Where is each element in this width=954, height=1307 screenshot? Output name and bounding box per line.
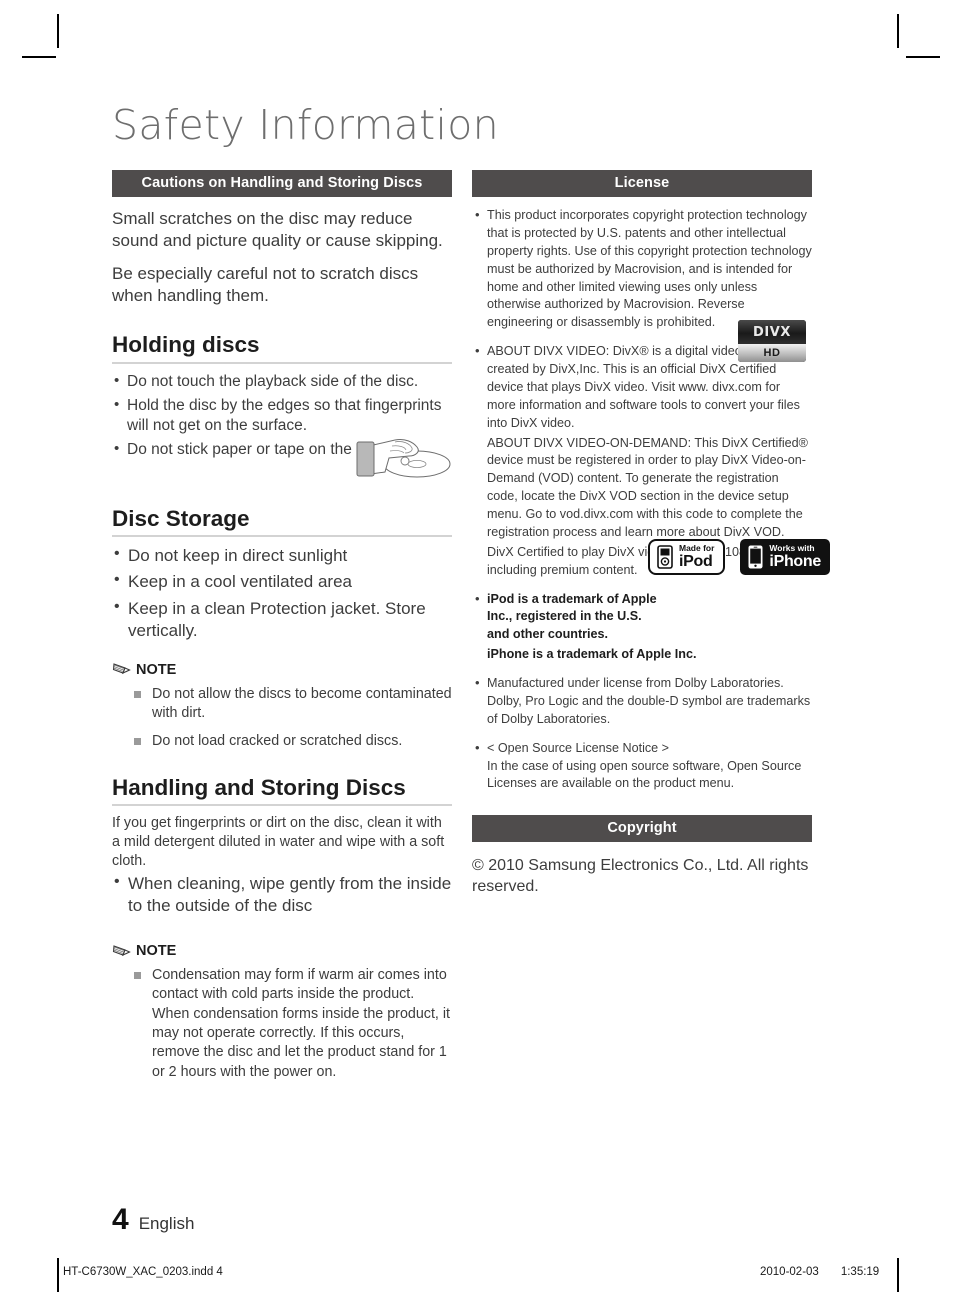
list-item: Do not touch the playback side of the di… — [112, 371, 452, 393]
note-two-list: Condensation may form if warm air comes … — [112, 966, 452, 1082]
note-label: NOTE — [136, 943, 177, 960]
made-for-ipod-badge: Made for iPod — [648, 539, 726, 575]
license-list: This product incorporates copyright prot… — [472, 206, 812, 794]
page-title: Safety Information — [112, 101, 499, 149]
pencil-icon — [112, 944, 131, 956]
manual-page: Safety Information Cautions on Handling … — [0, 0, 954, 1307]
iphone-badge-text: Works with iPhone — [769, 544, 821, 570]
crop-mark-top-left-horizontal — [22, 56, 56, 58]
apple-badges: Made for iPod Works with iPhone — [648, 539, 830, 575]
heading-handling-storing-discs: Handling and Storing Discs — [112, 774, 406, 800]
page-language-label: English — [138, 1214, 195, 1233]
footer-date: 2010-02-03 — [760, 1266, 819, 1278]
note-one-list: Do not allow the discs to become contami… — [112, 685, 452, 752]
heading-rule — [112, 362, 452, 365]
iphone-device-icon — [748, 545, 763, 569]
section-header-cautions: Cautions on Handling and Storing Discs — [112, 170, 452, 197]
list-item-dolby: Manufactured under license from Dolby La… — [472, 674, 812, 729]
section-header-copyright: Copyright — [472, 815, 812, 843]
crop-mark-top-right-horizontal — [906, 56, 940, 58]
divx-logo-bottom: HD — [738, 344, 806, 362]
iphone-badge-small-label: Works with — [769, 543, 815, 554]
left-column: Cautions on Handling and Storing Discs S… — [112, 170, 452, 1091]
intro-paragraph-1: Small scratches on the disc may reduce s… — [112, 209, 443, 251]
list-item: Keep in a cool ventilated area — [112, 570, 452, 593]
disc-storage-list: Do not keep in direct sunlight Keep in a… — [112, 544, 452, 642]
ipod-device-icon — [657, 545, 673, 569]
list-item: This product incorporates copyright prot… — [472, 206, 812, 332]
ipod-badge-small-label: Made for — [679, 543, 715, 554]
footer-time: 1:35:19 — [840, 1266, 880, 1278]
right-column: License This product incorporates copyri… — [472, 170, 812, 898]
divx-hd-logo: DIVX HD — [738, 320, 806, 362]
hand-holding-disc-illustration — [356, 439, 451, 478]
iphone-badge-big-label: iPhone — [769, 552, 821, 570]
divx-logo-top: DIVX — [738, 320, 806, 344]
note-header: NOTE — [112, 662, 452, 678]
apple-paragraph-1: iPod is a trademark of Apple Inc., regis… — [487, 591, 657, 642]
crop-mark-top-left-vertical — [57, 14, 59, 48]
list-item: Do not load cracked or scratched discs. — [112, 732, 452, 751]
handling-list: When cleaning, wipe gently from the insi… — [112, 872, 452, 917]
heading-rule — [112, 804, 452, 807]
open-source-title: < Open Source License Notice > — [487, 740, 670, 755]
divx-logo-wordmark: DIVX — [752, 324, 792, 340]
list-item: Do not keep in direct sunlight — [112, 544, 452, 567]
page-number-block: 4 English — [112, 1203, 194, 1237]
page-number: 4 — [112, 1203, 129, 1236]
note-label: NOTE — [136, 661, 177, 678]
divx-paragraph-2: ABOUT DIVX VIDEO-ON-DEMAND: This DivX Ce… — [487, 435, 808, 539]
list-item: When cleaning, wipe gently from the insi… — [112, 872, 452, 917]
crop-mark-top-right-vertical — [897, 14, 899, 48]
crop-mark-bottom-left-vertical — [57, 1258, 59, 1292]
list-item-apple: iPod is a trademark of Apple Inc., regis… — [472, 590, 812, 665]
list-item: Do not allow the discs to become contami… — [112, 685, 452, 724]
handling-paragraph: If you get fingerprints or dirt on the d… — [112, 815, 445, 870]
intro-paragraph-2: Be especially careful not to scratch dis… — [112, 264, 419, 306]
list-item: Condensation may form if warm air comes … — [112, 966, 452, 1082]
pencil-icon — [112, 663, 131, 675]
ipod-badge-text: Made for iPod — [679, 544, 714, 570]
heading-rule — [112, 535, 452, 538]
note-header: NOTE — [112, 943, 452, 959]
list-item-open-source: < Open Source License Notice > In the ca… — [472, 739, 812, 794]
note-block-two: NOTE Condensation may form if warm air c… — [112, 943, 452, 1082]
crop-mark-bottom-right-vertical — [897, 1258, 899, 1292]
works-with-iphone-badge: Works with iPhone — [740, 539, 830, 575]
footer-file-name: HT-C6730W_XAC_0203.indd 4 — [63, 1266, 223, 1278]
divx-logo-hd-label: HD — [763, 347, 781, 359]
note-block-one: NOTE Do not allow the discs to become co… — [112, 662, 452, 752]
heading-disc-storage: Disc Storage — [112, 505, 250, 531]
open-source-body: In the case of using open source softwar… — [487, 758, 802, 791]
ipod-badge-big-label: iPod — [679, 552, 713, 570]
heading-holding-discs: Holding discs — [112, 332, 260, 358]
copyright-text: © 2010 Samsung Electronics Co., Ltd. All… — [472, 857, 809, 896]
list-item: Keep in a clean Protection jacket. Store… — [112, 596, 452, 642]
section-header-license: License — [472, 170, 812, 197]
footer-timestamp: 2010-02-03 1:35:19 — [760, 1266, 879, 1278]
apple-paragraph-2: iPhone is a trademark of Apple Inc. — [487, 647, 697, 662]
